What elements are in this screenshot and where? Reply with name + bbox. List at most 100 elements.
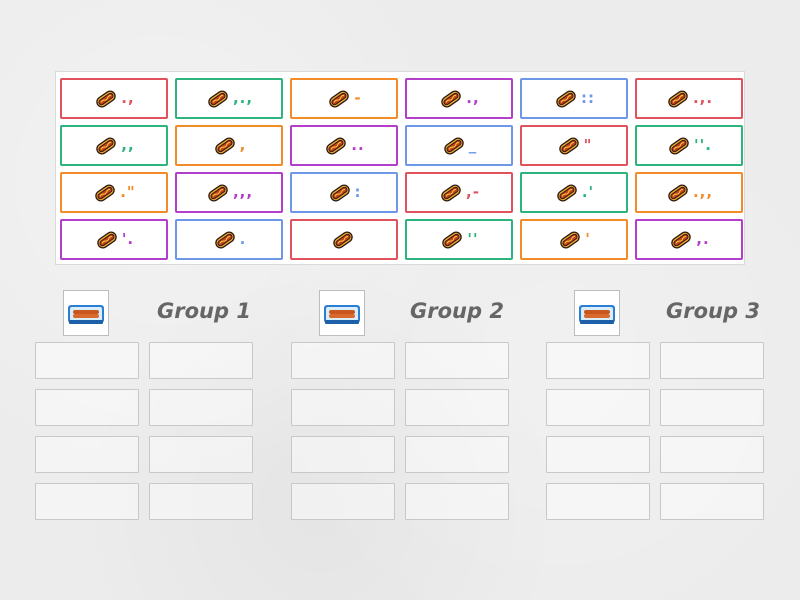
card-symbol: . [239, 230, 247, 248]
hotdog-icon [554, 180, 580, 206]
hotdog-icon [323, 133, 349, 159]
card-symbol: ., [466, 89, 480, 107]
hotdog-icon [93, 133, 119, 159]
card-symbol: " [583, 136, 593, 154]
drop-slot[interactable] [660, 483, 764, 520]
hotdog-card[interactable]: .. [290, 125, 398, 166]
drop-slot[interactable] [660, 436, 764, 473]
card-symbol: ,, [121, 136, 135, 154]
card-symbol: ., [121, 89, 135, 107]
hotdog-card[interactable]: - [290, 78, 398, 119]
card-grid: .,,., -.,::.,.,,,.. _ " ''. .",,,: ,- .'.,, '.. '… [60, 78, 743, 260]
card-symbol: : [354, 183, 362, 201]
drop-slots [35, 342, 253, 520]
hotdog-icon [92, 180, 118, 206]
group-2-area[interactable]: Group 2 [291, 290, 511, 530]
card-symbol: ,,, [232, 183, 254, 201]
hotdog-icon [556, 133, 582, 159]
hotdog-card[interactable]: ,- [405, 172, 513, 213]
drop-slot[interactable] [35, 389, 139, 426]
drop-slot[interactable] [405, 342, 509, 379]
hotdog-icon [553, 86, 579, 112]
hotdog-icon [205, 86, 231, 112]
hotdog-icon [668, 227, 694, 253]
hotdog-pack-icon [319, 290, 365, 336]
hotdog-card[interactable]: _ [405, 125, 513, 166]
drop-slot[interactable] [149, 436, 253, 473]
drop-slot[interactable] [149, 342, 253, 379]
drop-slot[interactable] [660, 389, 764, 426]
drop-slot[interactable] [291, 342, 395, 379]
hotdog-card[interactable]: . [175, 219, 283, 260]
drop-slot[interactable] [405, 436, 509, 473]
hotdog-icon [93, 86, 119, 112]
drop-slot[interactable] [149, 483, 253, 520]
hotdog-card[interactable]: ' [520, 219, 628, 260]
hotdog-icon [94, 227, 120, 253]
drop-slot[interactable] [546, 483, 650, 520]
hotdog-card[interactable]: ,. [635, 219, 743, 260]
hotdog-icon [326, 86, 352, 112]
drop-slot[interactable] [291, 389, 395, 426]
drop-slot[interactable] [546, 436, 650, 473]
card-symbol: ,- [466, 183, 480, 201]
hotdog-icon [441, 133, 467, 159]
drop-slot[interactable] [291, 436, 395, 473]
hotdog-card[interactable]: :: [520, 78, 628, 119]
group-3-area[interactable]: Group 3 [546, 290, 766, 530]
hotdog-icon [330, 227, 356, 253]
hotdog-card[interactable]: '' [405, 219, 513, 260]
hotdog-card[interactable]: : [290, 172, 398, 213]
hotdog-icon [327, 180, 353, 206]
drop-slot[interactable] [405, 389, 509, 426]
hotdog-card[interactable]: , [175, 125, 283, 166]
hotdog-card[interactable]: ." [60, 172, 168, 213]
card-symbol: '. [121, 230, 135, 248]
hotdog-pack-icon [574, 290, 620, 336]
hotdog-card[interactable]: " [520, 125, 628, 166]
group-1-area[interactable]: Group 1 [35, 290, 255, 530]
hotdog-card[interactable]: ''. [635, 125, 743, 166]
hotdog-icon [438, 180, 464, 206]
hotdog-card[interactable]: ,,, [175, 172, 283, 213]
hotdog-card[interactable]: ., [405, 78, 513, 119]
drop-slot[interactable] [546, 389, 650, 426]
hotdog-pack-icon [63, 290, 109, 336]
hotdog-icon [666, 133, 692, 159]
hotdog-card[interactable]: ., [60, 78, 168, 119]
card-symbol: ,. [696, 230, 710, 248]
card-symbol: .,, [692, 183, 714, 201]
hotdog-icon [665, 86, 691, 112]
card-symbol: .' [581, 183, 595, 201]
hotdog-card[interactable]: .,. [635, 78, 743, 119]
card-symbol: .. [351, 136, 365, 154]
hotdog-card[interactable]: .' [520, 172, 628, 213]
hotdog-card[interactable]: ,, [60, 125, 168, 166]
card-symbol: - [354, 89, 362, 107]
drop-slot[interactable] [149, 389, 253, 426]
drop-slot[interactable] [35, 483, 139, 520]
hotdog-icon [212, 133, 238, 159]
drop-slot[interactable] [35, 436, 139, 473]
hotdog-icon [205, 180, 231, 206]
hotdog-icon [439, 227, 465, 253]
group-title: Group 1 [157, 299, 251, 323]
group-title: Group 3 [666, 299, 760, 323]
hotdog-icon [212, 227, 238, 253]
hotdog-icon [665, 180, 691, 206]
hotdog-icon [557, 227, 583, 253]
drop-slot[interactable] [405, 483, 509, 520]
drop-slots [291, 342, 509, 520]
card-symbol: , [239, 136, 247, 154]
group-title: Group 2 [410, 299, 504, 323]
drop-slot[interactable] [35, 342, 139, 379]
hotdog-card[interactable]: ,., [175, 78, 283, 119]
card-symbol: ''. [694, 136, 712, 154]
hotdog-card[interactable]: .,, [635, 172, 743, 213]
card-symbol: _ [468, 136, 478, 154]
drop-slot[interactable] [546, 342, 650, 379]
hotdog-card[interactable]: '. [60, 219, 168, 260]
hotdog-card[interactable] [290, 219, 398, 260]
drop-slot[interactable] [660, 342, 764, 379]
drop-slot[interactable] [291, 483, 395, 520]
